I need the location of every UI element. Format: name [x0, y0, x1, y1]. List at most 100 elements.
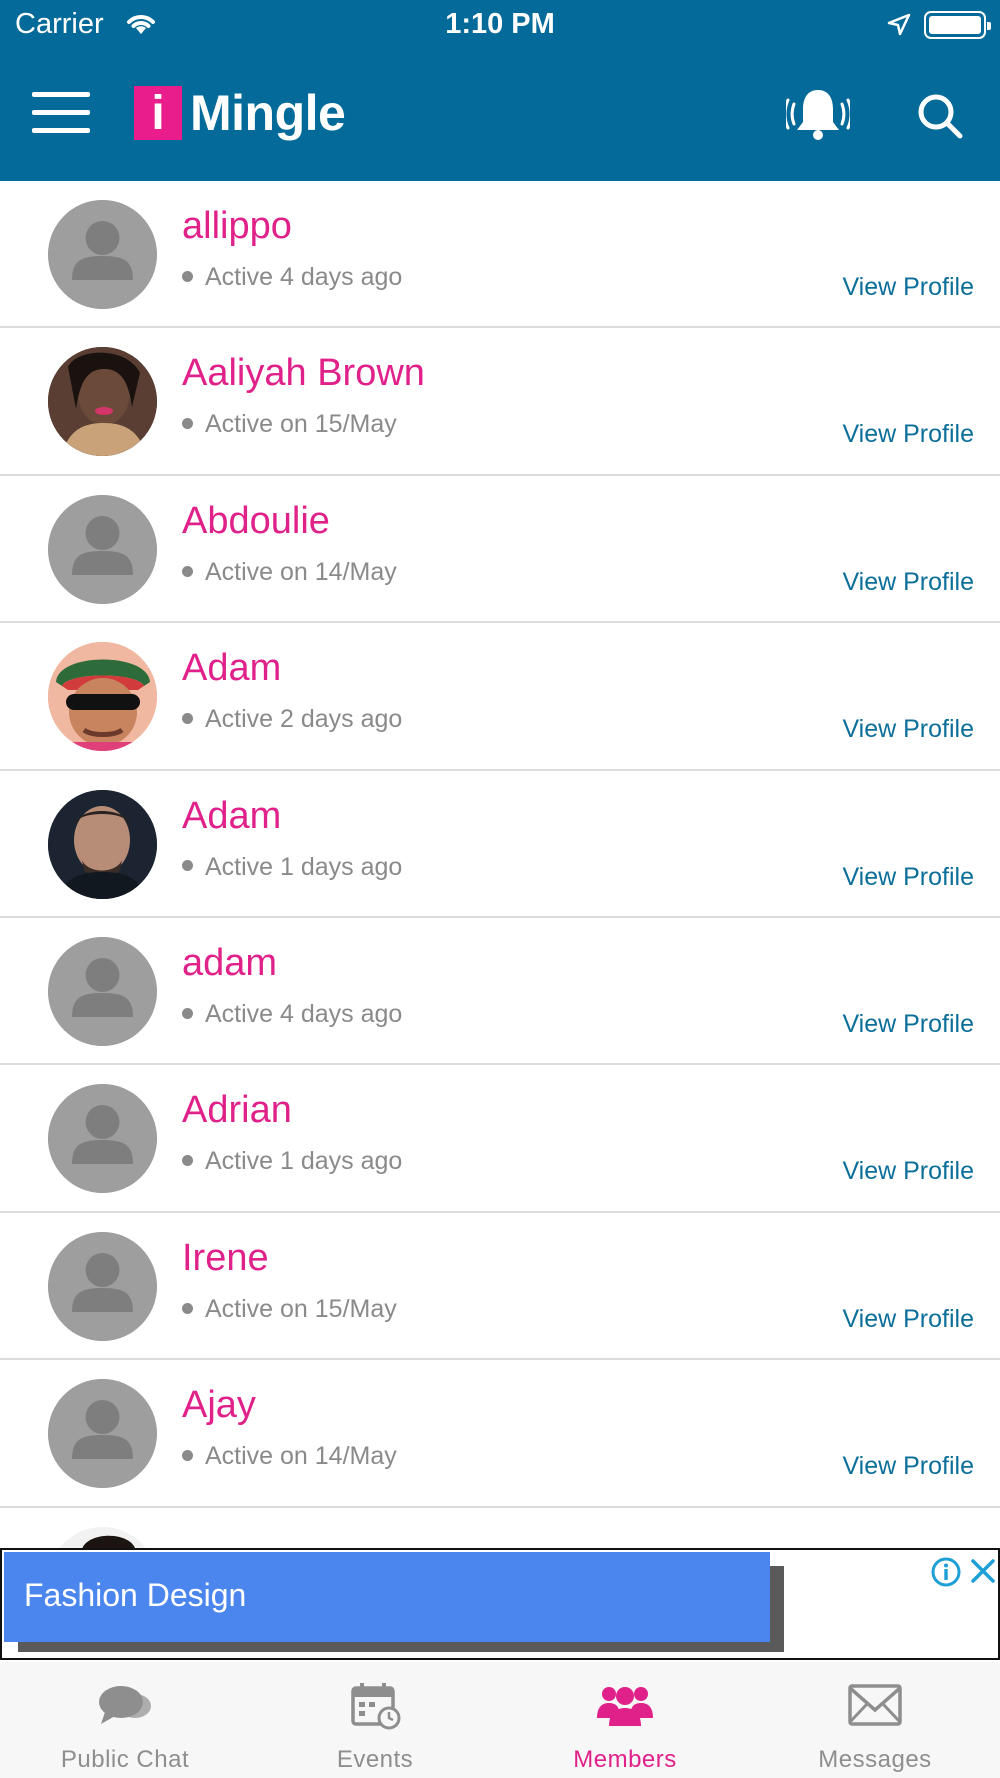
member-name: adam [182, 941, 278, 984]
member-name: Adam [182, 647, 282, 690]
member-name: Adam [182, 794, 282, 837]
status-dot [182, 713, 193, 725]
status-dot [182, 565, 193, 577]
view-profile-link[interactable]: View Profile [842, 568, 974, 597]
avatar [48, 789, 157, 899]
avatar [48, 347, 157, 457]
member-status: Active on 15/May [182, 1295, 397, 1324]
view-profile-link[interactable]: View Profile [842, 863, 974, 892]
default-avatar-icon [48, 494, 157, 604]
status-text: Active 1 days ago [205, 1147, 403, 1176]
tab-public-chat[interactable]: Public Chat [0, 1662, 250, 1778]
status-dot [182, 1302, 193, 1314]
location-arrow-icon [887, 13, 911, 36]
member-name: Ajay [182, 1384, 256, 1427]
close-icon [971, 1559, 995, 1583]
status-text: Active on 14/May [205, 557, 397, 586]
member-name: Abdoulie [182, 499, 330, 542]
tab-label: Public Chat [60, 1746, 190, 1773]
battery-icon [924, 11, 991, 39]
envelope-icon [848, 1684, 902, 1726]
member-status: Active 2 days ago [182, 705, 402, 734]
avatar [48, 1231, 157, 1341]
chat-bubbles-icon [99, 1686, 151, 1724]
logo-text: Mingle [190, 85, 346, 141]
view-profile-link[interactable]: View Profile [842, 420, 974, 449]
member-status: Active 4 days ago [182, 1000, 402, 1029]
view-profile-link[interactable]: View Profile [842, 273, 974, 302]
default-avatar-icon [48, 1379, 157, 1489]
ad-banner[interactable]: Fashion Design [0, 1548, 1000, 1660]
clock: 1:10 PM [445, 8, 555, 40]
status-dot [182, 418, 193, 430]
view-profile-link[interactable]: View Profile [842, 1305, 974, 1334]
status-text: Active on 14/May [205, 1442, 397, 1471]
search-icon [918, 94, 963, 139]
member-status: Active on 14/May [182, 558, 397, 587]
member-row[interactable]: Adam Active 2 days ago View Profile [0, 623, 1000, 771]
status-dot [182, 270, 193, 282]
view-profile-link[interactable]: View Profile [842, 1157, 974, 1186]
member-row[interactable]: Irene Active on 15/May View Profile [0, 1212, 1000, 1361]
tab-label: Members [573, 1746, 677, 1773]
status-text: Active 2 days ago [205, 705, 403, 734]
member-status: Active 1 days ago [182, 1147, 402, 1176]
tab-label: Events [336, 1746, 414, 1773]
logo-badge: i [134, 86, 182, 140]
search-button[interactable] [916, 92, 964, 140]
status-dot [182, 1007, 193, 1019]
status-bar: Carrier 1:10 PM [0, 0, 1000, 50]
member-name: Irene [182, 1236, 269, 1279]
ad-headline[interactable]: Fashion Design [4, 1552, 770, 1642]
calendar-icon [351, 1683, 401, 1730]
default-avatar-icon [48, 936, 157, 1046]
member-status: Active on 14/May [182, 1442, 397, 1471]
ad-close-button[interactable] [968, 1556, 998, 1586]
status-text: Active 4 days ago [205, 263, 403, 291]
tab-label: Messages [818, 1746, 932, 1773]
profile-photo [48, 789, 157, 899]
member-name: allippo [182, 205, 292, 247]
profile-photo [48, 642, 157, 752]
member-row[interactable]: allippo Active 4 days ago View Profile [0, 181, 1000, 329]
profile-photo [48, 347, 157, 457]
member-row[interactable]: Adrian Active 1 days ago View Profile [0, 1065, 1000, 1213]
default-avatar-icon [48, 1084, 157, 1194]
member-name: Aaliyah Brown [182, 352, 425, 395]
bell-icon [783, 90, 853, 140]
status-text: Active on 15/May [205, 1294, 397, 1323]
notifications-button[interactable] [783, 84, 853, 146]
member-name: Adrian [182, 1089, 292, 1132]
status-text: Active on 15/May [205, 410, 397, 439]
status-text: Active 1 days ago [205, 852, 403, 881]
member-row[interactable]: adam Active 4 days ago View Profile [0, 917, 1000, 1066]
members-list[interactable]: allippo Active 4 days ago View Profile A… [0, 181, 1000, 1548]
ad-info-button[interactable] [930, 1556, 962, 1588]
status-dot [182, 1450, 193, 1462]
member-row[interactable]: Ajay Active on 14/May View Profile [0, 1360, 1000, 1508]
member-row[interactable]: Adam Active 1 days ago View Profile [0, 770, 1000, 918]
info-icon [931, 1557, 961, 1587]
default-avatar-icon [48, 1231, 157, 1341]
member-row-partial[interactable] [0, 1507, 1000, 1548]
tab-events[interactable]: Events [250, 1662, 500, 1778]
tab-members[interactable]: Members [500, 1662, 750, 1778]
app-header: Carrier 1:10 PM i Mingle [0, 0, 1000, 181]
view-profile-link[interactable]: View Profile [842, 1010, 974, 1039]
tab-bar: Public Chat Events Members Messages [0, 1662, 1000, 1778]
status-dot [182, 860, 193, 872]
avatar [48, 494, 157, 604]
view-profile-link[interactable]: View Profile [842, 1452, 974, 1481]
member-status: Active 4 days ago [182, 263, 402, 292]
view-profile-link[interactable]: View Profile [842, 715, 974, 744]
member-status: Active 1 days ago [182, 853, 402, 882]
avatar [48, 936, 157, 1046]
member-row[interactable]: Abdoulie Active on 14/May View Profile [0, 475, 1000, 624]
member-row[interactable]: Aaliyah Brown Active on 15/May View Prof… [0, 328, 1000, 476]
avatar [48, 200, 157, 309]
menu-button[interactable] [32, 92, 90, 134]
avatar [48, 642, 157, 752]
tab-messages[interactable]: Messages [750, 1662, 1000, 1778]
avatar [48, 1379, 157, 1489]
status-text: Active 4 days ago [205, 999, 403, 1028]
